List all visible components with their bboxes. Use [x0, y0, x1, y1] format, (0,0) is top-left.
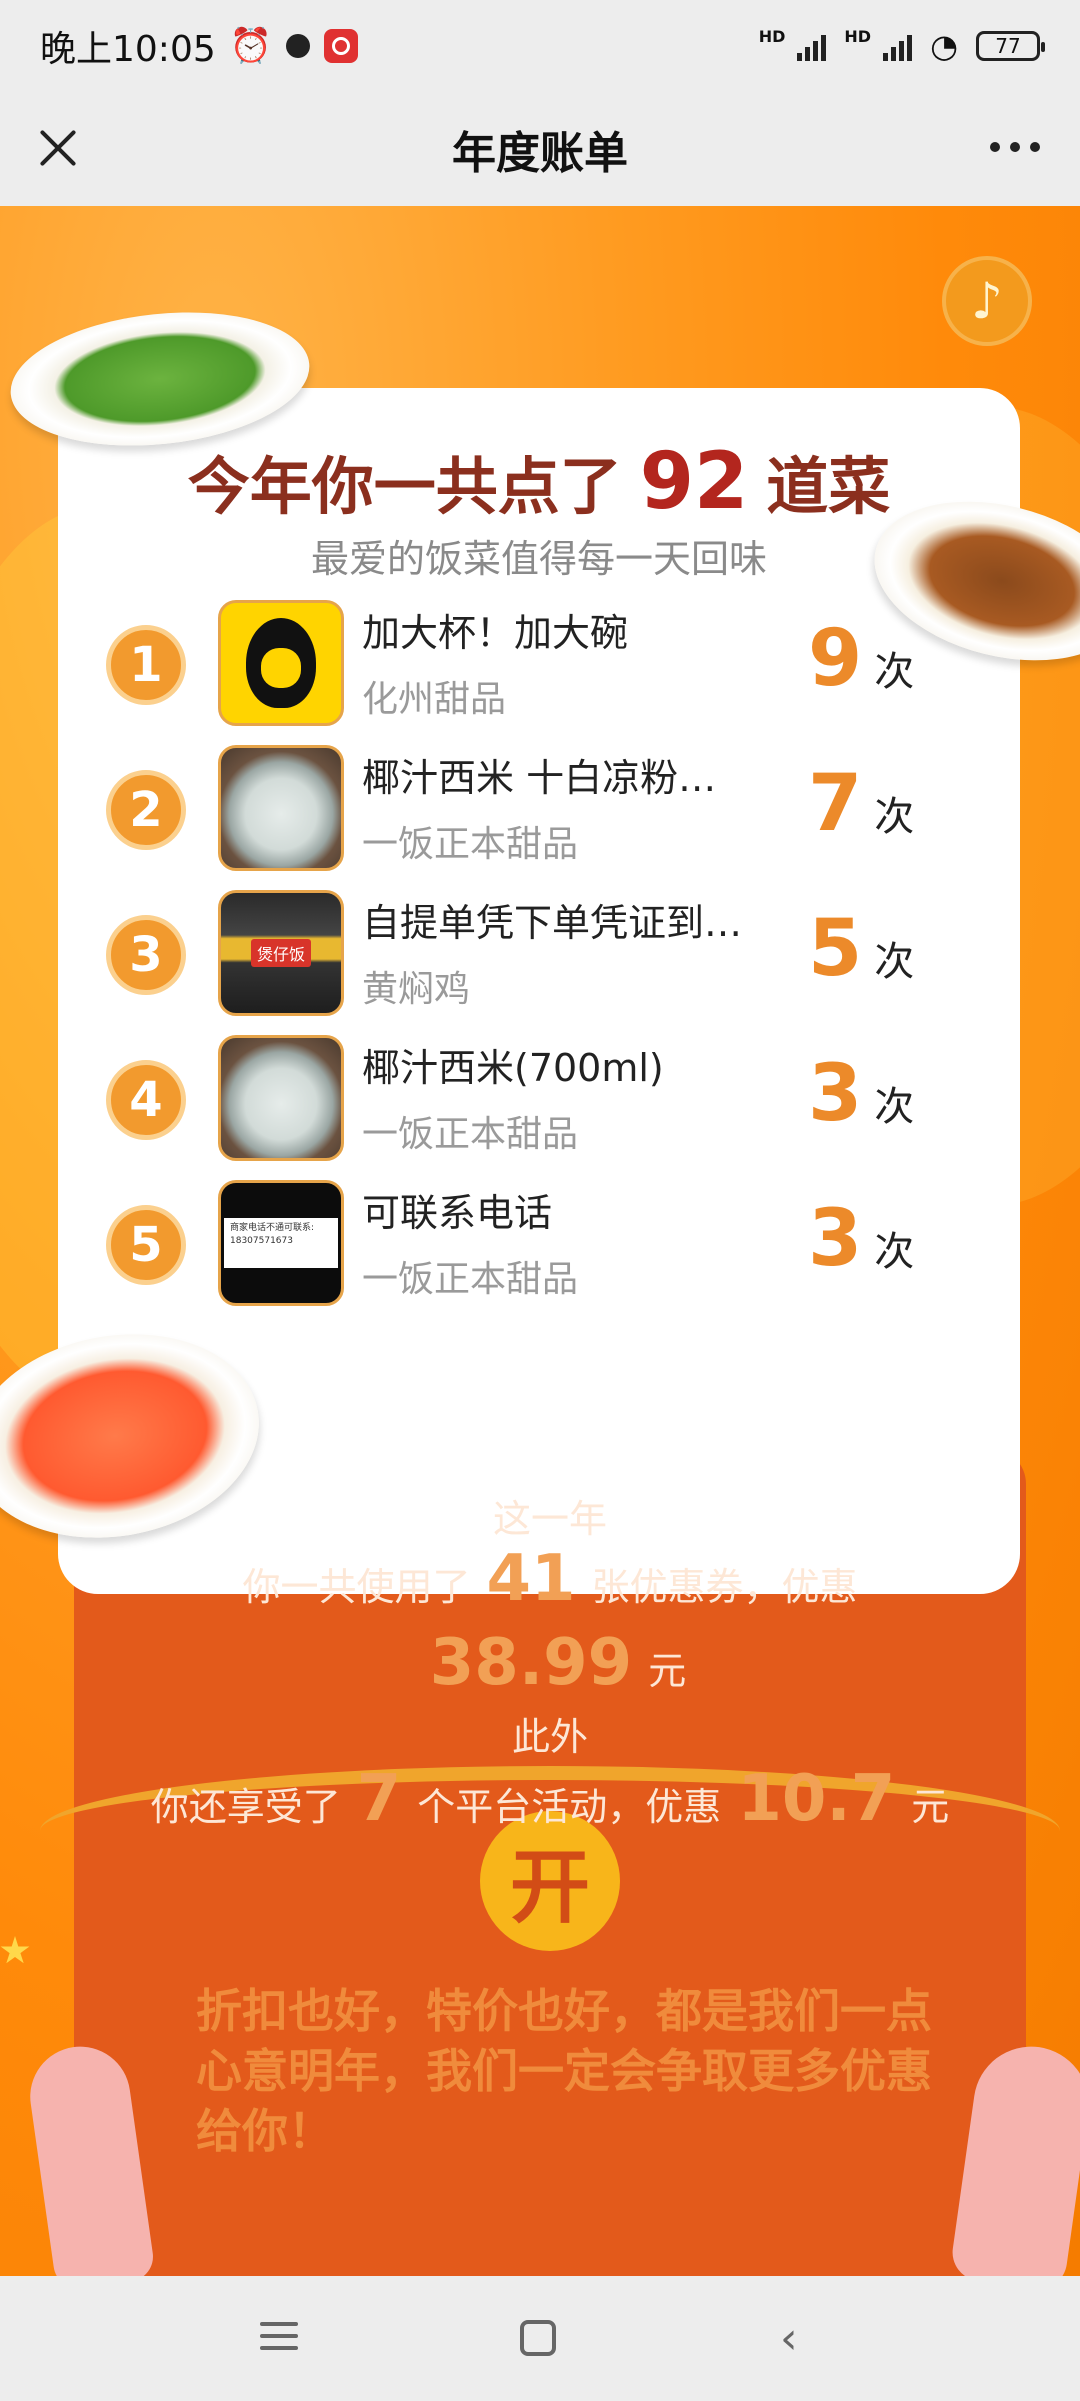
- phone-note-thumbnail: 商家电话不通可联系: 18307571673: [218, 1180, 344, 1306]
- activity-middle: 个平台活动，优惠: [417, 1785, 722, 1829]
- battery-level: 77: [995, 34, 1021, 58]
- rank-badge: 4: [106, 1060, 186, 1140]
- count-unit: 次: [874, 649, 915, 695]
- count-unit: 次: [874, 939, 915, 985]
- note-text: 商家电话不通可联系: 18307571673: [224, 1218, 338, 1268]
- netease-music-icon: [324, 29, 359, 63]
- ranking-row[interactable]: 1 加大杯！加大碗 化州甜品 9次: [58, 600, 1020, 730]
- summary-title: 今年你一共点了 92 道菜: [58, 436, 1020, 527]
- signal-icon: [797, 31, 827, 61]
- home-icon[interactable]: [520, 2314, 570, 2364]
- dessert-bowl-thumbnail: [218, 745, 344, 871]
- dish-name: 加大杯！加大碗: [362, 611, 629, 655]
- hd-label: HD: [758, 27, 786, 46]
- count-value: 7: [808, 759, 863, 849]
- wifi-icon: ◔: [930, 27, 958, 65]
- closing-message: 折扣也好，特价也好，都是我们一点心意明年，我们一定会争取更多优惠给你！: [196, 1984, 932, 2158]
- ranking-row[interactable]: 5 商家电话不通可联系: 18307571673 可联系电话 一饭正本甜品 3次: [58, 1180, 1020, 1310]
- coupon-saved-amount: 38.99: [429, 1626, 633, 1700]
- order-count: 5次: [808, 904, 988, 994]
- back-icon[interactable]: ‹: [780, 2314, 830, 2364]
- dish-name: 可联系电话: [362, 1191, 553, 1235]
- status-right: HD HD ◔ 77: [758, 27, 1045, 65]
- coupon-usage-line: 你一共使用了 41 张优惠券，优惠: [74, 1542, 1026, 1616]
- coupon-year-label: 这一年: [492, 1497, 607, 1541]
- dish-name: 自提单凭下单凭证到…: [362, 901, 743, 945]
- coupon-usage-prefix: 你一共使用了: [242, 1565, 471, 1609]
- status-time: 晚上10:05: [40, 29, 216, 70]
- coupon-saved-unit: 元: [648, 1649, 687, 1693]
- alarm-icon: ⏰: [229, 26, 273, 66]
- summary-prefix: 今年你一共点了: [187, 450, 622, 523]
- dish-name: 椰汁西米 十白凉粉…: [362, 756, 717, 800]
- page-title: 年度账单: [452, 128, 628, 179]
- star-icon: [0, 1936, 30, 1964]
- order-count: 3次: [808, 1049, 988, 1139]
- rank-badge: 3: [106, 915, 186, 995]
- order-count: 7次: [808, 759, 988, 849]
- dish-name: 椰汁西米(700ml): [362, 1046, 664, 1090]
- battery-icon: 77: [976, 31, 1045, 61]
- shop-name: 一饭正本甜品: [362, 824, 579, 865]
- ranking-row[interactable]: 3 煲仔饭 自提单凭下单凭证到… 黄焖鸡 5次: [58, 890, 1020, 1020]
- count-value: 9: [808, 614, 863, 704]
- rank-badge: 1: [106, 625, 186, 705]
- activity-line: 你还享受了 7 个平台活动，优惠 10.7 元: [74, 1762, 1026, 1836]
- shop-name: 一饭正本甜品: [362, 1259, 579, 1300]
- ranking-row[interactable]: 2 椰汁西米 十白凉粉… 一饭正本甜品 7次: [58, 745, 1020, 875]
- system-nav-bar: ‹: [0, 2276, 1080, 2401]
- order-count: 3次: [808, 1194, 988, 1284]
- shop-name: 化州甜品: [362, 679, 507, 720]
- summary-suffix: 道菜: [766, 450, 891, 523]
- close-icon[interactable]: [30, 120, 86, 176]
- count-unit: 次: [874, 1084, 915, 1130]
- coupon-saved-line: 38.99 元: [74, 1626, 1026, 1700]
- more-icon[interactable]: [990, 132, 1040, 162]
- music-note-icon[interactable]: ♪: [942, 256, 1032, 346]
- activity-amount: 10.7: [737, 1762, 896, 1836]
- coupon-count: 41: [486, 1542, 576, 1616]
- shop-name: 黄焖鸡: [362, 969, 471, 1010]
- signal-icon: [883, 31, 913, 61]
- count-value: 3: [808, 1194, 863, 1284]
- annual-bill-main: ♪ 今年你一共点了 92 道菜 最爱的饭菜值得每一天回味 1 加大杯！加大碗 化州甜…: [0, 206, 1080, 2276]
- dot-icon: [286, 34, 311, 58]
- monkey-logo-thumbnail: [218, 600, 344, 726]
- activity-count: 7: [356, 1762, 402, 1836]
- coupon-besides-label: 此外: [511, 1715, 588, 1759]
- dish-count: 92: [639, 437, 749, 527]
- activity-prefix: 你还享受了: [150, 1785, 341, 1829]
- shop-front-thumbnail: 煲仔饭: [218, 890, 344, 1016]
- dessert-bowl-thumbnail: [218, 1035, 344, 1161]
- coupon-usage-suffix: 张优惠券，优惠: [591, 1565, 858, 1609]
- ranking-row[interactable]: 4 椰汁西米(700ml) 一饭正本甜品 3次: [58, 1035, 1020, 1165]
- shop-name: 一饭正本甜品: [362, 1114, 579, 1155]
- nav-header: 年度账单: [0, 92, 1080, 206]
- status-left: 晚上10:05 ⏰: [40, 20, 359, 72]
- count-unit: 次: [874, 794, 915, 840]
- rank-badge: 2: [106, 770, 186, 850]
- count-value: 3: [808, 1049, 863, 1139]
- rank-badge: 5: [106, 1205, 186, 1285]
- menu-icon[interactable]: [260, 2314, 310, 2364]
- status-bar: 晚上10:05 ⏰ HD HD ◔ 77: [0, 0, 1080, 92]
- hd-label: HD: [844, 27, 872, 46]
- count-unit: 次: [874, 1229, 915, 1275]
- count-value: 5: [808, 904, 863, 994]
- activity-unit: 元: [911, 1785, 950, 1829]
- shop-sign: 煲仔饭: [250, 939, 311, 967]
